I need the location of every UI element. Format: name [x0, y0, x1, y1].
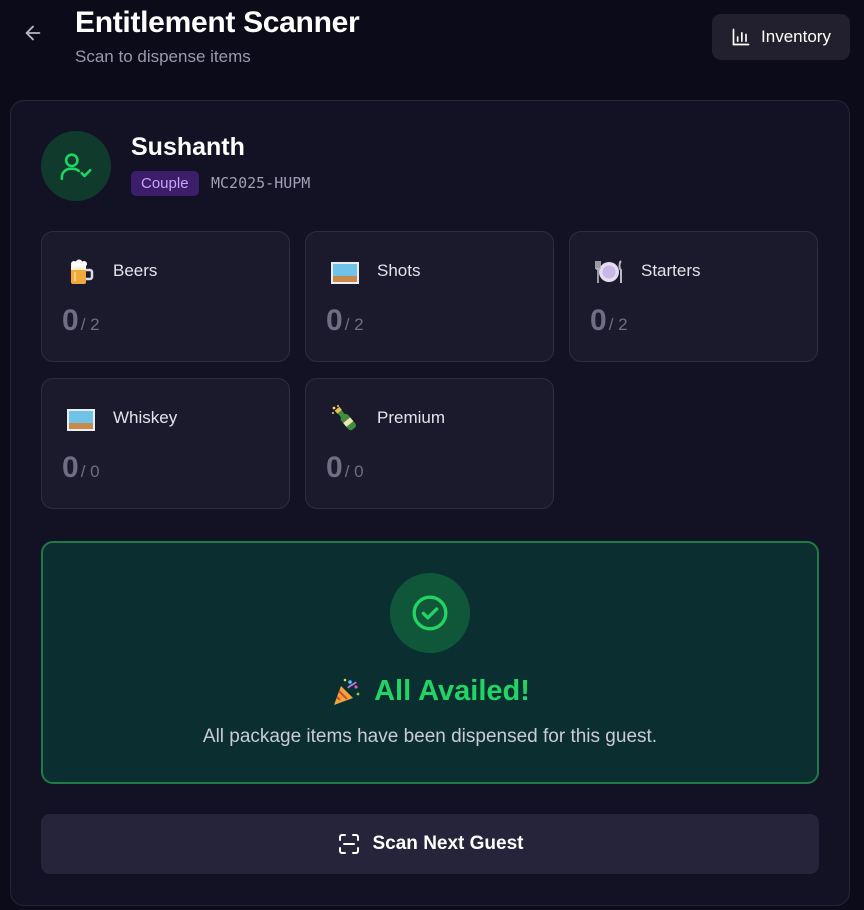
entitlement-label: Premium [377, 408, 446, 427]
entitlement-count: 0/ 2 [326, 304, 364, 337]
entitlement-label: Shots [377, 261, 421, 280]
entitlement-count: 0/ 2 [590, 304, 628, 337]
entitlement-tile-whiskey: Whiskey 0/ 0 [41, 378, 290, 509]
entitlement-tile-shots: Shots 0/ 2 [305, 231, 554, 362]
plate-cutlery-icon [595, 260, 622, 283]
inventory-label: Inventory [761, 27, 831, 46]
entitlement-tile-beers: Beers 0/ 2 [41, 231, 290, 362]
status-panel: All Availed! All package items have been… [41, 541, 819, 784]
page-header: Entitlement Scanner Scan to dispense ite… [0, 0, 864, 92]
beer-mug-icon [71, 259, 94, 284]
package-badge: Couple [131, 171, 199, 196]
entitlement-count: 0/ 0 [62, 451, 100, 484]
arrow-left-icon [25, 25, 41, 41]
entitlement-label: Whiskey [113, 408, 178, 427]
entitlement-label: Beers [113, 261, 158, 280]
champagne-bottle-icon [332, 405, 356, 431]
guest-card: Sushanth Couple MC2025-HUPM Beers 0/ 2 S… [10, 100, 850, 906]
page-subtitle: Scan to dispense items [75, 47, 251, 66]
shot-glass-icon [331, 262, 359, 284]
whiskey-glass-icon [67, 409, 95, 431]
avatar [41, 131, 111, 201]
scan-icon [338, 834, 359, 854]
entitlement-count: 0/ 2 [62, 304, 100, 337]
status-message: All package items have been dispensed fo… [202, 726, 658, 747]
status-title-row: All Availed! [43, 675, 817, 708]
guest-name: Sushanth [131, 133, 245, 161]
inventory-button[interactable]: Inventory [712, 14, 850, 60]
bar-chart-icon [732, 28, 750, 46]
page-title: Entitlement Scanner [75, 6, 360, 39]
entitlement-count: 0/ 0 [326, 451, 364, 484]
status-icon-wrapper [390, 573, 470, 653]
guest-code: MC2025-HUPM [211, 174, 311, 192]
scan-next-label: Scan Next Guest [372, 833, 524, 854]
scan-next-guest-button[interactable]: Scan Next Guest [41, 814, 819, 874]
user-check-icon [60, 153, 92, 181]
back-button[interactable] [18, 18, 48, 48]
entitlement-tile-premium: Premium 0/ 0 [305, 378, 554, 509]
status-title: All Availed! [374, 675, 530, 707]
entitlement-label: Starters [641, 261, 701, 280]
check-circle-icon [412, 595, 448, 631]
party-popper-icon [334, 678, 360, 705]
entitlement-tile-starters: Starters 0/ 2 [569, 231, 818, 362]
